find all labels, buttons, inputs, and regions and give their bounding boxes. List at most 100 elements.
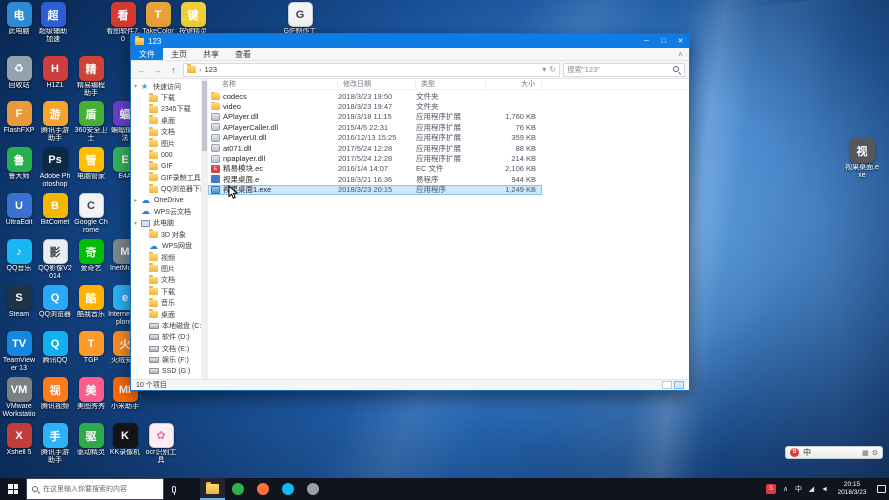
desktop-icon[interactable]: 视腾讯视频 [38,377,72,411]
sidebar-item[interactable]: GIF录制工具 [131,172,201,183]
menu-item[interactable]: 主页 [163,48,195,60]
ime-icon[interactable]: ▦ [862,449,869,457]
desktop-icon[interactable]: 管电脑管家 [74,147,108,181]
desktop[interactable]: 电此电脑超超级辅助加速看看图软件7.0TTakeColor键按键精灵GGIF制作… [0,0,889,478]
desktop-icon[interactable]: HH1Z1 [38,56,72,90]
desktop-icon[interactable]: 键按键精灵 [176,2,210,36]
title-bar[interactable]: 123 ─ □ ✕ [131,34,689,48]
sidebar-item[interactable]: 本地磁盘 (C:) [131,320,201,331]
network-icon[interactable]: ◢ [805,485,818,493]
desktop-icon[interactable]: Q腾讯QQ [38,331,72,365]
icons-view-button[interactable] [674,381,684,389]
sidebar-item[interactable]: 桌面 [131,115,201,126]
forward-button[interactable]: → [151,63,164,76]
sidebar-item[interactable]: 3D 对象 [131,229,201,240]
sidebar-item[interactable]: 图片 [131,263,201,274]
menu-item[interactable]: 共享 [195,48,227,60]
desktop-icon[interactable]: 手腾讯手游助手 [38,423,72,465]
sidebar-item[interactable]: 音乐 [131,297,201,308]
desktop-icon[interactable]: 酷酷我音乐 [74,285,108,319]
column-header[interactable]: 修改日期 [338,79,416,89]
scrollbar-thumb[interactable] [202,81,207,151]
start-button[interactable] [0,478,26,500]
sidebar-item[interactable]: ▾此电脑 [131,218,201,229]
desktop-icon[interactable]: VMVMware Workstation [2,377,36,419]
file-row[interactable]: 视果桌面.e2018/3/21 16:36易程序944 KB [208,174,542,184]
file-row[interactable]: video2018/3/23 19:47文件夹 [208,101,542,111]
desktop-icon[interactable]: PsAdobe Photoshop [38,147,72,189]
desktop-icon[interactable]: ♻回收站 [2,56,36,90]
sidebar-scrollbar[interactable] [201,79,208,379]
address-dropdown-icon[interactable]: ▾ [542,65,546,74]
explorer-search-input[interactable]: 搜索"123" [563,63,685,77]
desktop-icon[interactable]: FFlashFXP [2,101,36,135]
file-row[interactable]: codecs2018/3/23 19:50文件夹 [208,91,542,101]
sidebar-item[interactable]: 软件 (D:) [131,332,201,343]
desktop-icon[interactable]: 影QQ影像V2014 [38,239,72,281]
sidebar-item[interactable]: 2345下载 [131,104,201,115]
desktop-icon[interactable]: QQQ浏览器 [38,285,72,319]
sidebar-item[interactable]: 桌面 [131,309,201,320]
sidebar-item[interactable]: 下载 [131,286,201,297]
desktop-icon[interactable]: CGoogle Chrome [74,193,108,235]
sidebar-item[interactable]: 000 [131,149,201,160]
desktop-icon[interactable]: 视视果桌面.exe [845,138,879,180]
taskbar-clock[interactable]: 20:15 2018/3/23 [831,478,873,500]
volume-icon[interactable]: ◄ [818,486,831,493]
file-row[interactable]: npaplayer.dll2017/5/24 12:28应用程序扩展214 KB [208,153,542,163]
desktop-icon[interactable]: TVTeamViewer 13 [2,331,36,373]
column-header[interactable]: 大小 [486,79,542,89]
column-header[interactable]: 名称 [208,79,338,89]
sidebar-item[interactable]: 文档 (E:) [131,343,201,354]
file-row[interactable]: at071.dll2017/5/24 12:28应用程序扩展88 KB [208,143,542,153]
sidebar-item[interactable]: ▸OneDrive [131,195,201,206]
file-row[interactable]: APlayerCaller.dll2015/4/5 22:31应用程序扩展76 … [208,122,542,132]
address-bar[interactable]: › 123 ▾ ↻ [183,63,560,77]
taskbar-search-input[interactable]: 在这里输入你要搜索的内容 [26,478,164,500]
sidebar-item[interactable]: QQ浏览器下载 [131,184,201,195]
sogou-icon[interactable]: S [766,484,776,494]
sidebar-item[interactable]: 图片 [131,138,201,149]
ime-brand-icon[interactable]: S [790,448,799,457]
desktop-icon[interactable]: BBitComet [38,193,72,227]
desktop-icon[interactable]: 鲁鲁大师 [2,147,36,181]
ime-language-indicator[interactable]: 中 [792,484,805,494]
mic-button[interactable] [164,478,184,500]
file-row[interactable]: 精易模块.ec2016/1/4 14:07EC 文件2,106 KB [208,164,542,174]
desktop-icon[interactable]: SSteam [2,285,36,319]
desktop-icon[interactable]: TTakeColor [141,2,175,36]
desktop-icon[interactable]: 美美图秀秀 [74,377,108,411]
sidebar-item[interactable]: WPS网盘 [131,240,201,251]
desktop-icon[interactable]: 游腾讯手游助手 [38,101,72,143]
desktop-icon[interactable]: 奇爱奇艺 [74,239,108,273]
desktop-icon[interactable]: TTGP [74,331,108,365]
details-view-button[interactable] [662,381,672,389]
desktop-icon[interactable]: KKK录像机 [108,423,142,457]
ime-mode-toggle[interactable]: 中 [803,447,811,458]
file-row[interactable]: 视果桌面1.exe2018/3/23 20:15应用程序1,249 KB [208,185,542,195]
back-button[interactable]: ← [135,63,148,76]
up-button[interactable]: ↑ [167,63,180,76]
tray-expand-icon[interactable]: ∧ [779,485,792,493]
ime-icon[interactable]: ⚙ [872,449,878,457]
sidebar-item[interactable]: GIF [131,161,201,172]
desktop-icon[interactable]: 超超级辅助加速 [36,2,70,44]
action-center-button[interactable] [873,478,889,500]
desktop-icon[interactable]: 精精易编程助手 [74,56,108,98]
file-row[interactable]: APlayer.dll2018/3/18 11:15应用程序扩展1,760 KB [208,112,542,122]
taskbar-app[interactable] [250,478,275,500]
sidebar-item[interactable]: ▾快速访问 [131,81,201,92]
desktop-icon[interactable]: XXshell 5 [2,423,36,457]
taskbar-app[interactable] [275,478,300,500]
taskbar-app[interactable] [300,478,325,500]
file-row[interactable]: APlayerUI.dll2016/12/13 15:25应用程序扩展359 K… [208,133,542,143]
breadcrumb[interactable]: 123 [205,65,218,74]
menu-item[interactable]: 查看 [227,48,259,60]
menu-item[interactable]: 文件 [131,48,163,60]
sidebar-item[interactable]: 文档 [131,275,201,286]
sidebar-item[interactable]: SSD (G:) [131,366,201,377]
sidebar-item[interactable]: WPS云文档 [131,206,201,217]
taskbar-app[interactable] [200,478,225,500]
desktop-icon[interactable]: UUltraEdit [2,193,36,227]
minimize-button[interactable]: ─ [638,34,655,48]
